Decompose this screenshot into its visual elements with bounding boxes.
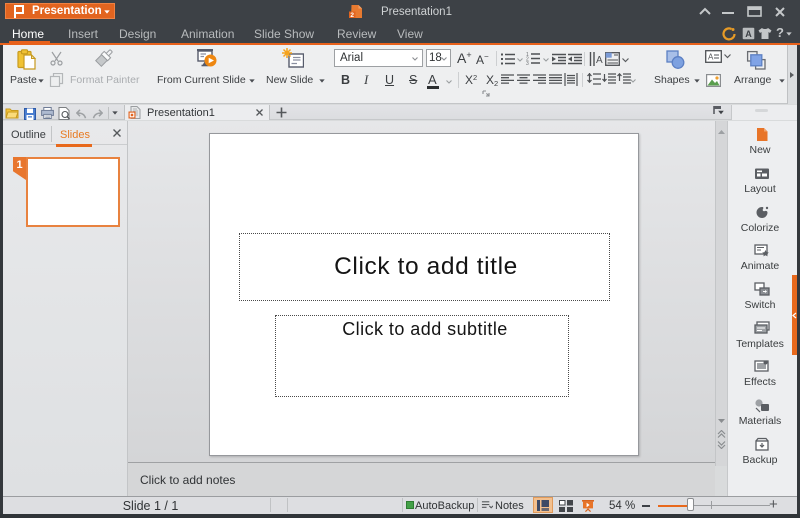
svg-text:A: A — [745, 29, 752, 39]
svg-text:3: 3 — [526, 61, 529, 65]
svg-text:A: A — [596, 55, 603, 66]
svg-text:A: A — [708, 53, 714, 62]
svg-text:2: 2 — [350, 12, 354, 19]
